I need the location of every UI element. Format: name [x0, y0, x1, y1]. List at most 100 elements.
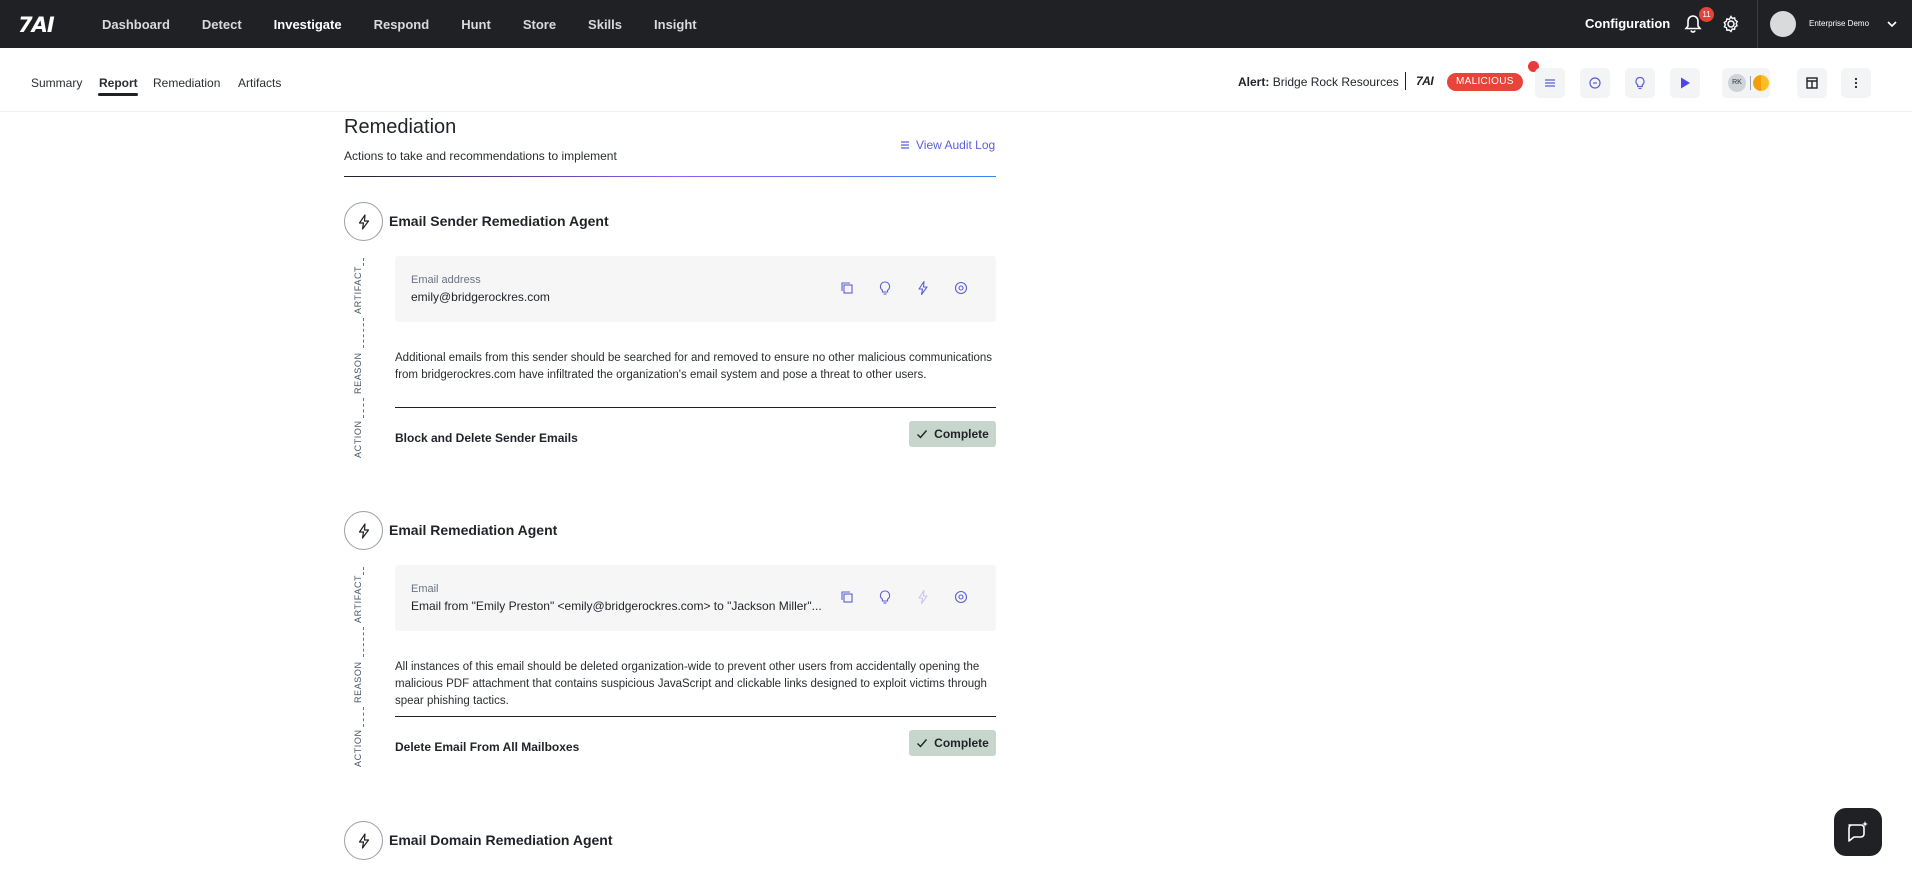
avatar[interactable]: [1770, 11, 1796, 37]
nav-item-insight[interactable]: Insight: [654, 17, 697, 32]
refresh-icon[interactable]: [953, 589, 969, 605]
copy-icon[interactable]: [839, 589, 855, 605]
chat-sparkle-icon: [1848, 821, 1868, 842]
artifact-step-label: ARTIFACT: [353, 574, 363, 623]
nav-item-store[interactable]: Store: [523, 17, 556, 32]
complete-label: Complete: [934, 736, 989, 750]
section-divider: [344, 176, 996, 177]
alert-header: Summary Report Remediation Artifacts Ale…: [0, 48, 1912, 112]
assignee-toggle[interactable]: RK: [1722, 68, 1770, 98]
alert-title: Alert: Bridge Rock Resources: [1238, 75, 1399, 89]
tab-summary[interactable]: Summary: [31, 76, 82, 90]
user-name[interactable]: Enterprise Demo: [1809, 19, 1869, 28]
app-logo[interactable]: 7AI: [18, 13, 55, 37]
topbar-divider: [1757, 0, 1758, 48]
list-button[interactable]: [1535, 68, 1565, 98]
more-vertical-icon: [1854, 77, 1858, 89]
more-menu-button[interactable]: [1841, 68, 1871, 98]
artifact-value[interactable]: emily@bridgerockres.com: [411, 290, 831, 304]
lightning-icon: [915, 589, 931, 605]
lightbulb-icon: [1635, 76, 1645, 90]
chevron-down-icon[interactable]: [1886, 17, 1898, 29]
action-step-label: ACTION: [353, 420, 363, 458]
rail-dash: [363, 318, 364, 348]
remediation-reason: All instances of this email should be de…: [395, 661, 987, 707]
artifact-card: Email Email from "Emily Preston" <emily@…: [395, 565, 996, 631]
artifact-value[interactable]: Email from "Emily Preston" <emily@bridge…: [411, 599, 831, 613]
insight-button[interactable]: [1625, 68, 1655, 98]
step-rail: ARTIFACT REASON ACTION: [353, 567, 375, 777]
assignee-avatar: RK: [1728, 74, 1746, 92]
lightbulb-icon[interactable]: [877, 589, 893, 605]
rail-dash: [363, 258, 364, 266]
layout-button[interactable]: [1797, 68, 1827, 98]
check-icon: [917, 739, 928, 748]
artifact-actions: [839, 280, 969, 296]
alert-prefix: Alert:: [1238, 75, 1270, 89]
tab-report[interactable]: Report: [99, 76, 138, 90]
run-button[interactable]: [1670, 68, 1700, 98]
comment-button[interactable]: [1580, 68, 1610, 98]
notification-count-badge: 11: [1699, 7, 1714, 22]
audit-log-label: View Audit Log: [916, 138, 996, 152]
alert-separator: [1405, 72, 1406, 90]
lightning-icon: [344, 511, 383, 550]
view-audit-log-link[interactable]: View Audit Log: [900, 138, 995, 152]
lightning-icon[interactable]: [915, 280, 931, 296]
play-icon: [1681, 77, 1690, 89]
complete-label: Complete: [934, 427, 989, 441]
rail-dash: [363, 398, 364, 418]
lightning-icon: [344, 821, 383, 860]
vendor-logo: 7AI: [1416, 74, 1434, 88]
alert-name: Bridge Rock Resources: [1272, 75, 1399, 89]
configuration-link[interactable]: Configuration: [1585, 16, 1670, 31]
active-tab-indicator: [98, 93, 138, 96]
assignee-separator: [1750, 76, 1751, 90]
agent-title: Email Remediation Agent: [389, 522, 558, 538]
action-divider: [395, 716, 996, 717]
comment-icon: [1589, 77, 1601, 89]
page-title: Remediation: [344, 116, 457, 138]
action-step-label: ACTION: [353, 729, 363, 767]
nav-item-dashboard[interactable]: Dashboard: [102, 17, 170, 32]
nav-item-hunt[interactable]: Hunt: [461, 17, 491, 32]
gear-icon[interactable]: [1721, 14, 1741, 34]
nav-item-skills[interactable]: Skills: [588, 17, 622, 32]
artifact-card: Email address emily@bridgerockres.com: [395, 256, 996, 322]
list-icon: [1545, 79, 1555, 87]
tab-artifacts[interactable]: Artifacts: [238, 76, 281, 90]
rail-dash: [363, 707, 364, 727]
tab-remediation[interactable]: Remediation: [153, 76, 220, 90]
action-name: Delete Email From All Mailboxes: [395, 740, 580, 754]
step-rail: ARTIFACT REASON ACTION: [353, 258, 375, 468]
nav-item-detect[interactable]: Detect: [202, 17, 242, 32]
layout-icon: [1806, 77, 1818, 89]
verdict-badge: MALICIOUS: [1447, 73, 1523, 91]
priority-icon: [1753, 75, 1769, 91]
action-divider: [395, 407, 996, 408]
list-icon: [901, 141, 909, 149]
rail-dash: [363, 567, 364, 575]
copy-icon[interactable]: [839, 280, 855, 296]
page-subtitle: Actions to take and recommendations to i…: [344, 149, 617, 163]
complete-status-button[interactable]: Complete: [909, 730, 996, 756]
rail-dash: [363, 627, 364, 657]
lightbulb-icon[interactable]: [877, 280, 893, 296]
agent-title: Email Domain Remediation Agent: [389, 832, 613, 848]
lightning-icon: [344, 202, 383, 241]
check-icon: [917, 430, 928, 439]
artifact-type: Email address: [411, 274, 481, 286]
refresh-icon[interactable]: [953, 280, 969, 296]
agent-title: Email Sender Remediation Agent: [389, 213, 609, 229]
ai-chat-button[interactable]: [1834, 808, 1882, 856]
artifact-type: Email: [411, 583, 439, 595]
top-navigation-bar: 7AI Dashboard Detect Investigate Respond…: [0, 0, 1912, 48]
nav-item-investigate[interactable]: Investigate: [274, 17, 342, 32]
action-name: Block and Delete Sender Emails: [395, 431, 578, 445]
artifact-step-label: ARTIFACT: [353, 265, 363, 314]
nav-item-respond[interactable]: Respond: [374, 17, 430, 32]
reason-step-label: REASON: [353, 661, 363, 703]
complete-status-button[interactable]: Complete: [909, 421, 996, 447]
main-nav: Dashboard Detect Investigate Respond Hun…: [102, 0, 729, 48]
reason-step-label: REASON: [353, 352, 363, 394]
